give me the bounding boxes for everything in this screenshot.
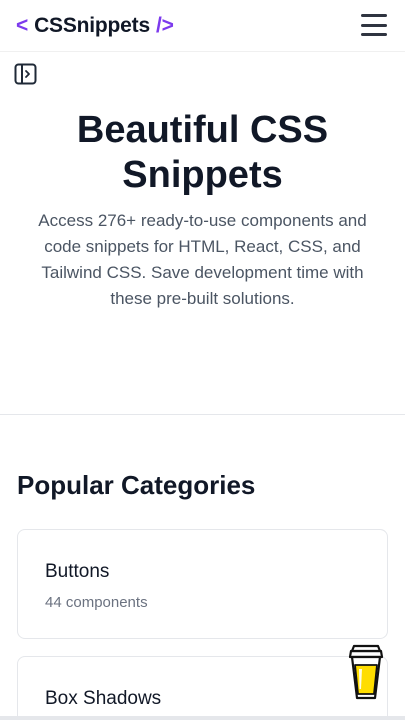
menu-line: [361, 33, 387, 36]
logo-close-bracket: />: [155, 14, 174, 37]
site-logo[interactable]: < CSSnippets />: [16, 13, 174, 39]
section-divider: [0, 414, 405, 415]
hamburger-menu-icon[interactable]: [361, 14, 387, 36]
menu-line: [361, 14, 387, 17]
popular-categories-heading: Popular Categories: [17, 470, 256, 500]
logo-open-bracket: <: [16, 14, 29, 37]
hero-title: Beautiful CSS Snippets: [76, 109, 329, 196]
category-count: 44 components: [45, 594, 148, 611]
coffee-cup-icon[interactable]: [345, 643, 387, 701]
category-card-box-shadows[interactable]: Box Shadows: [17, 656, 388, 720]
page: < CSSnippets /> Beautiful CSS Snippets A…: [0, 0, 405, 720]
hero-subtitle: Access 276+ ready-to-use components and …: [38, 211, 367, 308]
category-card-buttons[interactable]: Buttons 44 components: [17, 529, 388, 639]
menu-line: [361, 23, 387, 27]
sidebar-panel-icon[interactable]: [14, 63, 37, 85]
category-title: Box Shadows: [45, 688, 162, 709]
category-title: Buttons: [45, 561, 110, 582]
bottom-edge: [0, 716, 405, 720]
logo-text: CSSnippets: [34, 14, 150, 37]
top-navigation-bar: < CSSnippets />: [0, 0, 405, 52]
